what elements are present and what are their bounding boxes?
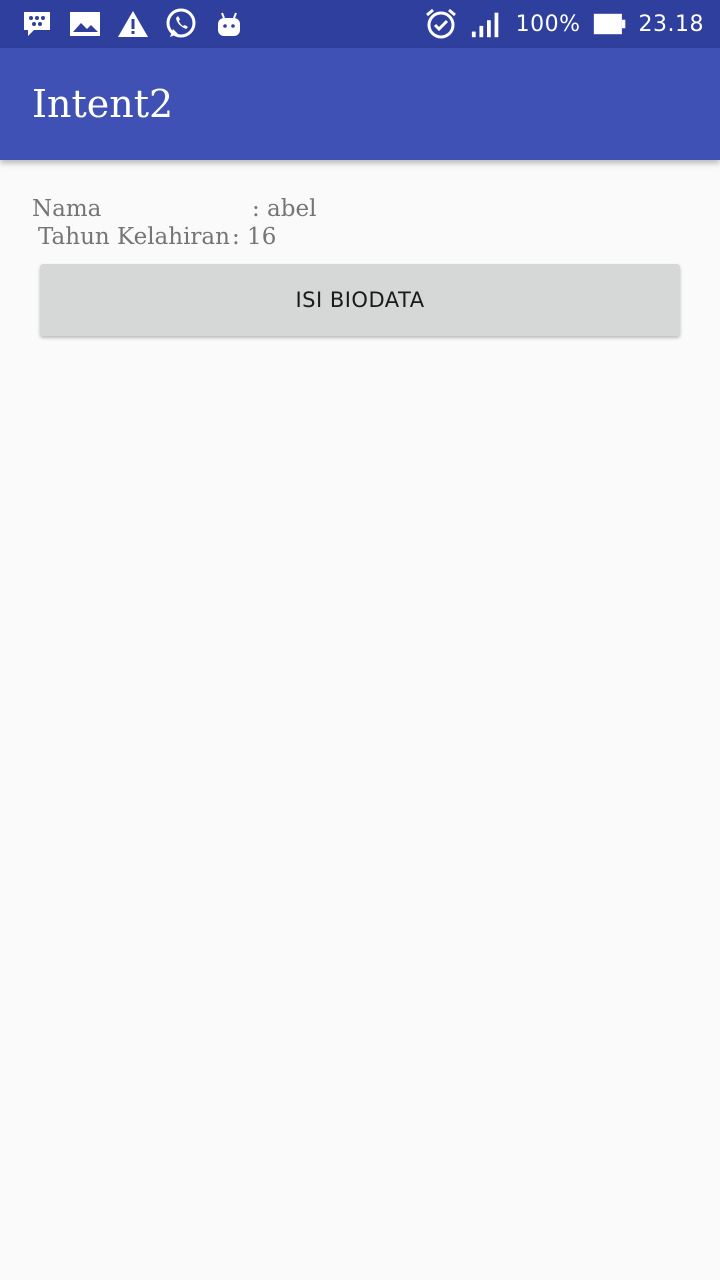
warning-icon	[116, 7, 150, 41]
nama-label: Nama	[32, 196, 102, 222]
whatsapp-icon	[164, 7, 198, 41]
battery-percent: 100%	[515, 11, 581, 37]
clock: 23.18	[638, 11, 704, 37]
app-bar: Intent2	[0, 48, 720, 160]
status-bar: 100% 23.18	[0, 0, 720, 48]
isi-biodata-button[interactable]: ISI BIODATA	[40, 264, 680, 336]
android-icon	[212, 7, 246, 41]
nama-value: : abel	[252, 196, 317, 222]
system-status: 100% 23.18	[424, 6, 704, 42]
bbm-icon	[20, 7, 54, 41]
gallery-icon	[68, 7, 102, 41]
battery-icon	[593, 7, 627, 41]
signal-icon	[470, 7, 504, 41]
tahun-kelahiran-value: : 16	[232, 224, 277, 250]
tahun-kelahiran-label: Tahun Kelahiran	[38, 224, 230, 250]
alarm-icon	[424, 7, 458, 41]
page-title: Intent2	[32, 82, 174, 126]
notification-icons	[20, 6, 246, 42]
